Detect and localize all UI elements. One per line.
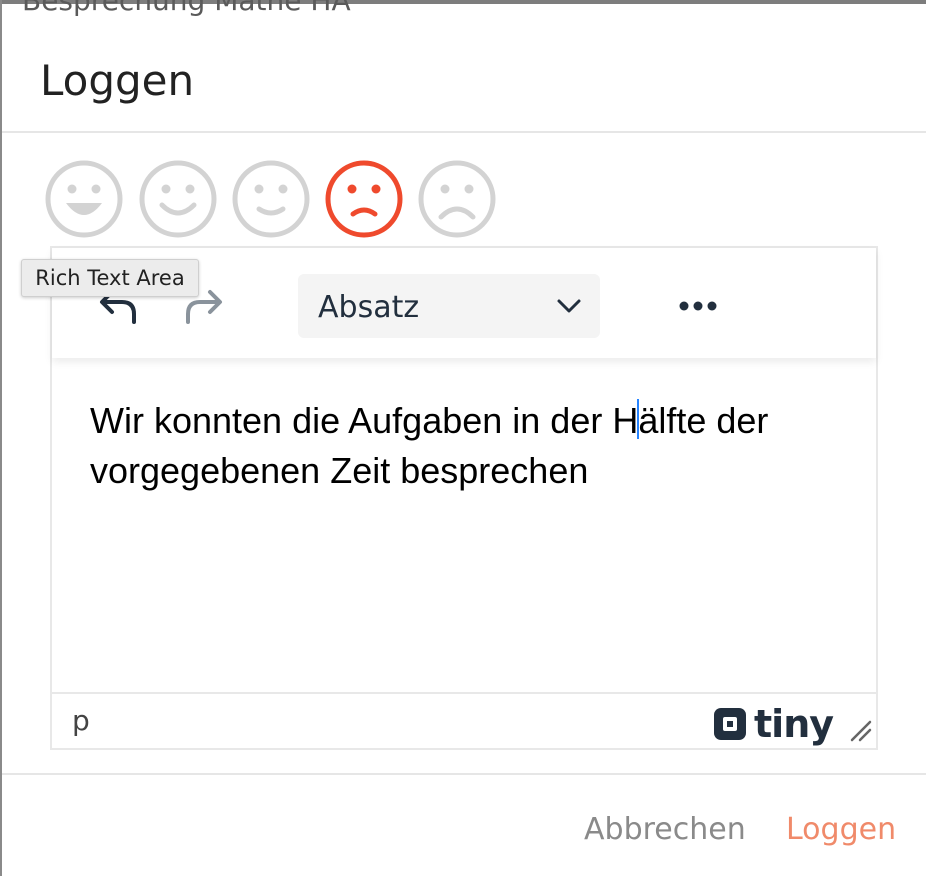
block-format-dropdown[interactable]: Absatz <box>298 274 600 338</box>
slight-frown-icon <box>325 160 403 238</box>
smile-icon <box>139 160 217 238</box>
cancel-button[interactable]: Abbrechen <box>584 812 746 847</box>
mood-option-frown[interactable] <box>417 159 497 239</box>
header-divider <box>2 131 926 133</box>
footer-divider <box>2 773 926 775</box>
background-dialog-title: Besprechung Mathe HA <box>22 0 351 17</box>
slight-smile-icon <box>232 160 310 238</box>
frown-icon <box>418 160 496 238</box>
block-format-label: Absatz <box>318 290 420 325</box>
tiny-logo[interactable]: tiny <box>712 702 834 746</box>
mood-option-slight-smile[interactable] <box>231 159 311 239</box>
big-grin-icon <box>45 160 123 238</box>
submit-log-button[interactable]: Loggen <box>786 812 896 847</box>
more-horizontal-icon <box>679 301 717 311</box>
dialog-title: Loggen <box>40 56 195 105</box>
content-text-before-caret: Wir konnten die Aufgaben in der H <box>90 400 639 441</box>
mood-option-smile[interactable] <box>138 159 218 239</box>
mood-option-slight-frown[interactable] <box>324 159 404 239</box>
editor-content[interactable]: Wir konnten die Aufgaben in der Hälfte d… <box>90 396 850 496</box>
resize-handle-icon[interactable] <box>848 718 872 742</box>
tiny-logo-text: tiny <box>754 702 834 746</box>
chevron-down-icon <box>557 299 581 313</box>
element-path[interactable]: p <box>72 704 90 737</box>
editor-statusbar: p tiny <box>52 692 876 748</box>
rich-text-area-tooltip: Rich Text Area <box>21 259 199 297</box>
rich-text-editor: Absatz Wir konnten die Aufgaben in der H… <box>50 246 878 750</box>
tiny-logo-icon <box>714 708 746 740</box>
mood-option-big-grin[interactable] <box>44 159 124 239</box>
more-options-button[interactable] <box>672 288 724 324</box>
